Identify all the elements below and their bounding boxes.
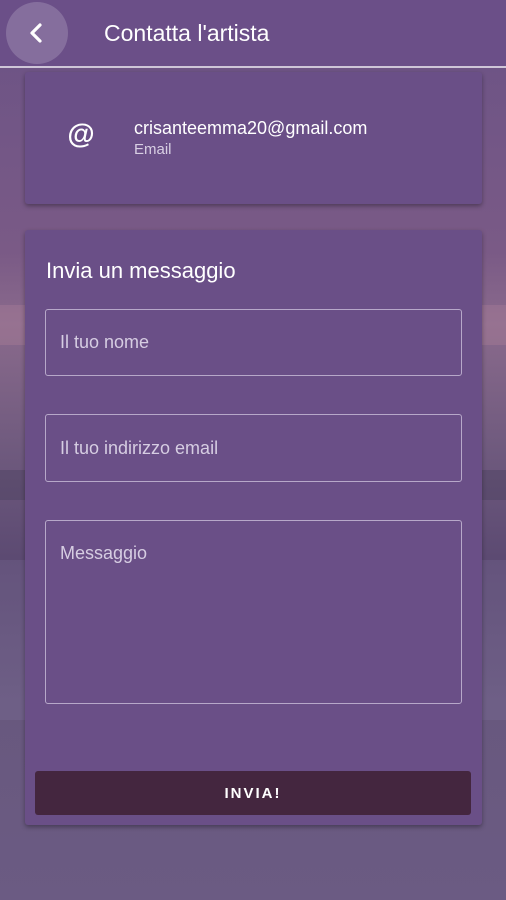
message-textarea[interactable] (45, 520, 462, 704)
contact-email-label: Email (134, 141, 172, 158)
email-input[interactable] (45, 414, 462, 482)
form-title: Invia un messaggio (46, 258, 236, 283)
submit-button[interactable]: INVIA! (35, 771, 471, 815)
name-input[interactable] (45, 309, 462, 376)
at-sign-icon: @ (67, 118, 95, 149)
chevron-left-icon (30, 23, 42, 43)
app-bar: Contatta l'artista (0, 0, 506, 68)
page-title: Contatta l'artista (104, 20, 270, 46)
back-button[interactable] (6, 2, 68, 64)
contact-email-value[interactable]: crisanteemma20@gmail.com (134, 117, 367, 139)
